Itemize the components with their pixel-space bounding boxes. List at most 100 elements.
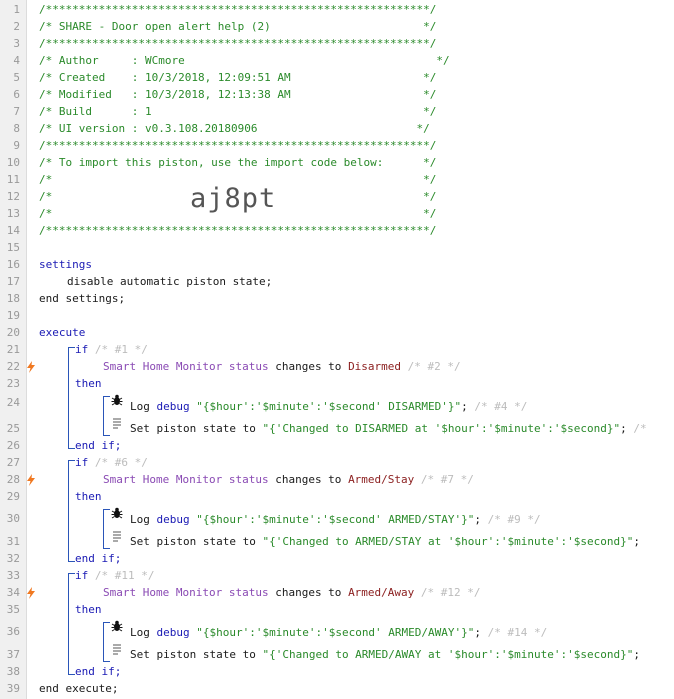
log-statement[interactable]: Log debug "{$hour':'$minute':'$second' A… bbox=[130, 513, 541, 527]
line-number: 2 bbox=[13, 20, 20, 33]
bug-icon bbox=[111, 620, 123, 632]
execute-keyword[interactable]: execute bbox=[39, 326, 85, 340]
condition-comment: /* #2 */ bbox=[407, 360, 461, 373]
header-ui-version: /* UI version : v0.3.108.20180906 */ bbox=[39, 122, 430, 135]
line-number: 37 bbox=[6, 648, 20, 661]
lightning-icon bbox=[26, 361, 37, 373]
log-statement[interactable]: Log debug "{$hour':'$minute':'$second' D… bbox=[130, 400, 527, 414]
line-number: 34 bbox=[6, 586, 20, 599]
semicolon: ; bbox=[620, 422, 627, 435]
line-number: 4 bbox=[13, 54, 20, 67]
line-number: 16 bbox=[6, 258, 20, 271]
header-import-hint: /* To import this piston, use the import… bbox=[39, 156, 437, 169]
line-number: 9 bbox=[13, 139, 20, 152]
line-number: 14 bbox=[6, 224, 20, 237]
state-comment: /* bbox=[633, 422, 647, 435]
header-title: /* SHARE - Door open alert help (2) */ bbox=[39, 20, 437, 33]
if-keyword: if bbox=[75, 343, 89, 356]
line-number: 29 bbox=[6, 490, 20, 503]
line-number: 26 bbox=[6, 439, 20, 452]
line-number: 21 bbox=[6, 343, 20, 356]
statement-comment: /* #6 */ bbox=[94, 456, 148, 469]
line-number: 25 bbox=[6, 422, 20, 435]
device-attribute: Smart Home Monitor status bbox=[103, 473, 269, 486]
line-number: 3 bbox=[13, 37, 20, 50]
settings-keyword[interactable]: settings bbox=[39, 258, 92, 272]
header-build: /* Build : 1 */ bbox=[39, 105, 437, 118]
set-state-statement[interactable]: Set piston state to "{'Changed to ARMED/… bbox=[130, 535, 647, 549]
comparison-operator: changes to bbox=[275, 586, 342, 599]
log-message: "{$hour':'$minute':'$second' ARMED/STAY'… bbox=[196, 513, 475, 526]
line-number: 22 bbox=[6, 360, 20, 373]
set-state-keyword: Set piston state to bbox=[130, 535, 256, 548]
if-statement[interactable]: if /* #1 */ bbox=[75, 343, 148, 357]
log-statement[interactable]: Log debug "{$hour':'$minute':'$second' A… bbox=[130, 626, 547, 640]
bug-icon bbox=[111, 394, 123, 406]
line-number: 33 bbox=[6, 569, 20, 582]
set-state-keyword: Set piston state to bbox=[130, 422, 256, 435]
document-icon bbox=[112, 417, 124, 429]
log-keyword: Log bbox=[130, 400, 150, 413]
line-number: 15 bbox=[6, 241, 20, 254]
condition-line[interactable]: Smart Home Monitor status changes to Dis… bbox=[103, 360, 461, 374]
line-number: 30 bbox=[6, 512, 20, 525]
line-number: 11 bbox=[6, 173, 20, 186]
if-keyword: if bbox=[75, 569, 89, 582]
document-icon bbox=[112, 643, 124, 655]
if-block-bracket bbox=[68, 573, 75, 675]
state-value: "{'Changed to ARMED/AWAY at '$hour':'$mi… bbox=[262, 648, 634, 661]
lightning-icon bbox=[26, 587, 37, 599]
set-state-statement[interactable]: Set piston state to "{'Changed to DISARM… bbox=[130, 422, 647, 436]
log-message: "{$hour':'$minute':'$second' ARMED/AWAY'… bbox=[196, 626, 475, 639]
header-border: /***************************************… bbox=[39, 139, 437, 152]
set-state-statement[interactable]: Set piston state to "{'Changed to ARMED/… bbox=[130, 648, 647, 662]
line-number: 27 bbox=[6, 456, 20, 469]
execute-end: end execute; bbox=[39, 682, 119, 695]
comparison-operator: changes to bbox=[275, 473, 342, 486]
line-number: 20 bbox=[6, 326, 20, 339]
semicolon: ; bbox=[461, 400, 468, 413]
line-number: 38 bbox=[6, 665, 20, 678]
line-number: 28 bbox=[6, 473, 20, 486]
line-number: 31 bbox=[6, 535, 20, 548]
semicolon: ; bbox=[633, 535, 640, 548]
line-number: 17 bbox=[6, 275, 20, 288]
header-border: /***************************************… bbox=[39, 37, 437, 50]
set-state-keyword: Set piston state to bbox=[130, 648, 256, 661]
if-statement[interactable]: if /* #6 */ bbox=[75, 456, 148, 470]
line-number: 32 bbox=[6, 552, 20, 565]
semicolon: ; bbox=[633, 648, 640, 661]
lightning-icon bbox=[26, 474, 37, 486]
semicolon: ; bbox=[474, 513, 482, 526]
header-border-bottom: /***************************************… bbox=[39, 224, 437, 237]
line-number: 10 bbox=[6, 156, 20, 169]
header-modified: /* Modified : 10/3/2018, 12:13:38 AM */ bbox=[39, 88, 437, 101]
line-number: 24 bbox=[6, 396, 20, 409]
log-level: debug bbox=[156, 626, 190, 639]
if-keyword: if bbox=[75, 456, 89, 469]
then-keyword: then bbox=[75, 603, 102, 616]
log-keyword: Log bbox=[130, 513, 150, 526]
semicolon: ; bbox=[474, 626, 482, 639]
condition-line[interactable]: Smart Home Monitor status changes to Arm… bbox=[103, 473, 474, 487]
condition-line[interactable]: Smart Home Monitor status changes to Arm… bbox=[103, 586, 481, 600]
device-attribute: Smart Home Monitor status bbox=[103, 586, 269, 599]
log-comment: /* #9 */ bbox=[487, 513, 541, 526]
line-number: 8 bbox=[13, 122, 20, 135]
log-comment: /* #14 */ bbox=[487, 626, 548, 639]
statement-comment: /* #1 */ bbox=[94, 343, 148, 356]
header-created: /* Created : 10/3/2018, 12:09:51 AM */ bbox=[39, 71, 437, 84]
comparison-value: Armed/Stay bbox=[348, 473, 415, 486]
then-keyword: then bbox=[75, 490, 102, 503]
if-statement[interactable]: if /* #11 */ bbox=[75, 569, 154, 583]
line-number: 13 bbox=[6, 207, 20, 220]
line-number: 36 bbox=[6, 625, 20, 638]
settings-line[interactable]: disable automatic piston state; bbox=[67, 275, 272, 289]
end-if: end if; bbox=[75, 665, 122, 678]
condition-comment: /* #7 */ bbox=[420, 473, 474, 486]
line-number: 5 bbox=[13, 71, 20, 84]
state-value: "{'Changed to DISARMED at '$hour':'$minu… bbox=[262, 422, 621, 435]
line-number: 7 bbox=[13, 105, 20, 118]
log-keyword: Log bbox=[130, 626, 150, 639]
import-code: aj8pt bbox=[190, 183, 277, 214]
